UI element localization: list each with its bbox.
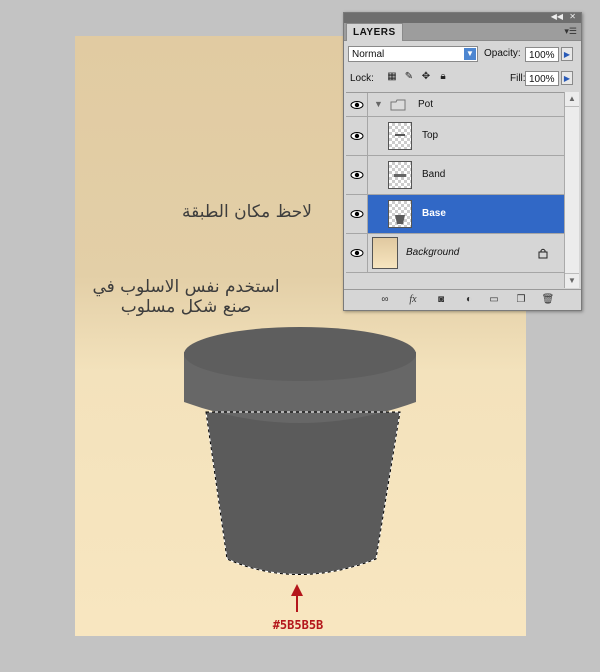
layer-row-band[interactable]: Band bbox=[346, 156, 564, 195]
lock-transparent-pixels-icon[interactable]: ▦ bbox=[386, 71, 398, 85]
layer-name: Base bbox=[422, 208, 446, 219]
layers-scrollbar[interactable]: ▲ ▼ bbox=[564, 92, 579, 288]
tab-layers[interactable]: LAYERS bbox=[346, 23, 403, 41]
layer-thumbnail bbox=[388, 161, 412, 189]
layer-row-base[interactable]: Base bbox=[346, 195, 564, 234]
pot-top-shape bbox=[184, 327, 416, 381]
layer-name: Top bbox=[422, 130, 439, 141]
chevron-down-icon[interactable]: ▼ bbox=[464, 48, 476, 60]
adjustment-icon[interactable]: ◐ bbox=[462, 294, 476, 306]
pointer-arrow-head bbox=[291, 584, 303, 596]
lock-label: Lock: bbox=[350, 73, 374, 84]
layer-name: Band bbox=[422, 169, 446, 180]
layer-row-pot-group[interactable]: ▼ Pot bbox=[346, 93, 564, 117]
visibility-toggle[interactable] bbox=[346, 195, 368, 233]
layers-list: ▼ Pot Top Band Base Background bbox=[346, 92, 564, 289]
trash-icon[interactable]: 🗑︎ bbox=[541, 294, 555, 306]
fill-field[interactable]: 100% bbox=[525, 71, 559, 86]
visibility-toggle[interactable] bbox=[346, 117, 368, 155]
opacity-label: Opacity: bbox=[484, 48, 521, 59]
pot-base-shape bbox=[206, 412, 400, 575]
blend-row: Normal ▼ Opacity: 100% ▶ bbox=[348, 46, 577, 64]
scroll-down-icon[interactable]: ▼ bbox=[565, 273, 579, 288]
layer-name: Pot bbox=[418, 98, 434, 110]
close-panel-icon[interactable]: ✕ bbox=[569, 12, 576, 21]
eye-icon bbox=[350, 132, 364, 140]
lock-image-pixels-icon[interactable]: ✎ bbox=[403, 71, 415, 85]
layers-panel: ◀◀ ✕ LAYERS ▾☰ Normal ▼ Opacity: 100% ▶ … bbox=[343, 12, 582, 311]
eye-icon bbox=[350, 210, 364, 218]
layer-thumbnail bbox=[388, 200, 412, 228]
panel-title-strip[interactable]: ◀◀ ✕ bbox=[344, 12, 581, 23]
opacity-slider-arrow-icon[interactable]: ▶ bbox=[561, 47, 573, 61]
lock-row: Lock: ▦ ✎ ✥ 🔒︎ Fill: 100% ▶ bbox=[348, 71, 577, 89]
visibility-toggle[interactable] bbox=[346, 234, 368, 272]
eye-icon bbox=[350, 100, 364, 109]
eye-icon bbox=[350, 249, 364, 257]
panel-menu-icon[interactable]: ▾☰ bbox=[564, 26, 577, 37]
visibility-toggle[interactable] bbox=[346, 93, 368, 116]
fill-slider-arrow-icon[interactable]: ▶ bbox=[561, 71, 573, 85]
mask-icon[interactable]: ◙ bbox=[434, 294, 448, 306]
lock-all-icon[interactable]: 🔒︎ bbox=[437, 71, 449, 85]
lock-position-icon[interactable]: ✥ bbox=[420, 71, 432, 85]
layer-row-background[interactable]: Background bbox=[346, 234, 564, 273]
opacity-field[interactable]: 100% bbox=[525, 47, 559, 62]
layer-name: Background bbox=[406, 247, 460, 258]
lock-icon bbox=[538, 248, 548, 259]
blend-mode-value: Normal bbox=[352, 49, 385, 60]
fill-label: Fill: bbox=[510, 73, 526, 84]
blend-mode-select[interactable]: Normal ▼ bbox=[348, 46, 478, 62]
eye-icon bbox=[350, 171, 364, 179]
scroll-up-icon[interactable]: ▲ bbox=[565, 92, 579, 107]
panel-footer: ∞ fx ◙ ◐ ▭ ❐ 🗑︎ bbox=[344, 289, 581, 310]
group-folder-icon[interactable]: ▭ bbox=[487, 294, 501, 306]
link-icon[interactable]: ∞ bbox=[378, 294, 392, 306]
fx-icon[interactable]: fx bbox=[406, 294, 420, 306]
panel-tab-bar: LAYERS ▾☰ bbox=[344, 23, 581, 41]
layer-row-top[interactable]: Top bbox=[346, 117, 564, 156]
visibility-toggle[interactable] bbox=[346, 156, 368, 194]
color-hex-label: #5B5B5B bbox=[272, 618, 324, 632]
layer-thumbnail bbox=[372, 237, 398, 269]
layer-thumbnail bbox=[388, 122, 412, 150]
collapse-panel-icon[interactable]: ◀◀ bbox=[551, 12, 563, 21]
folder-icon bbox=[390, 99, 406, 111]
disclosure-triangle-icon[interactable]: ▼ bbox=[374, 99, 383, 109]
new-layer-icon[interactable]: ❐ bbox=[514, 294, 528, 306]
